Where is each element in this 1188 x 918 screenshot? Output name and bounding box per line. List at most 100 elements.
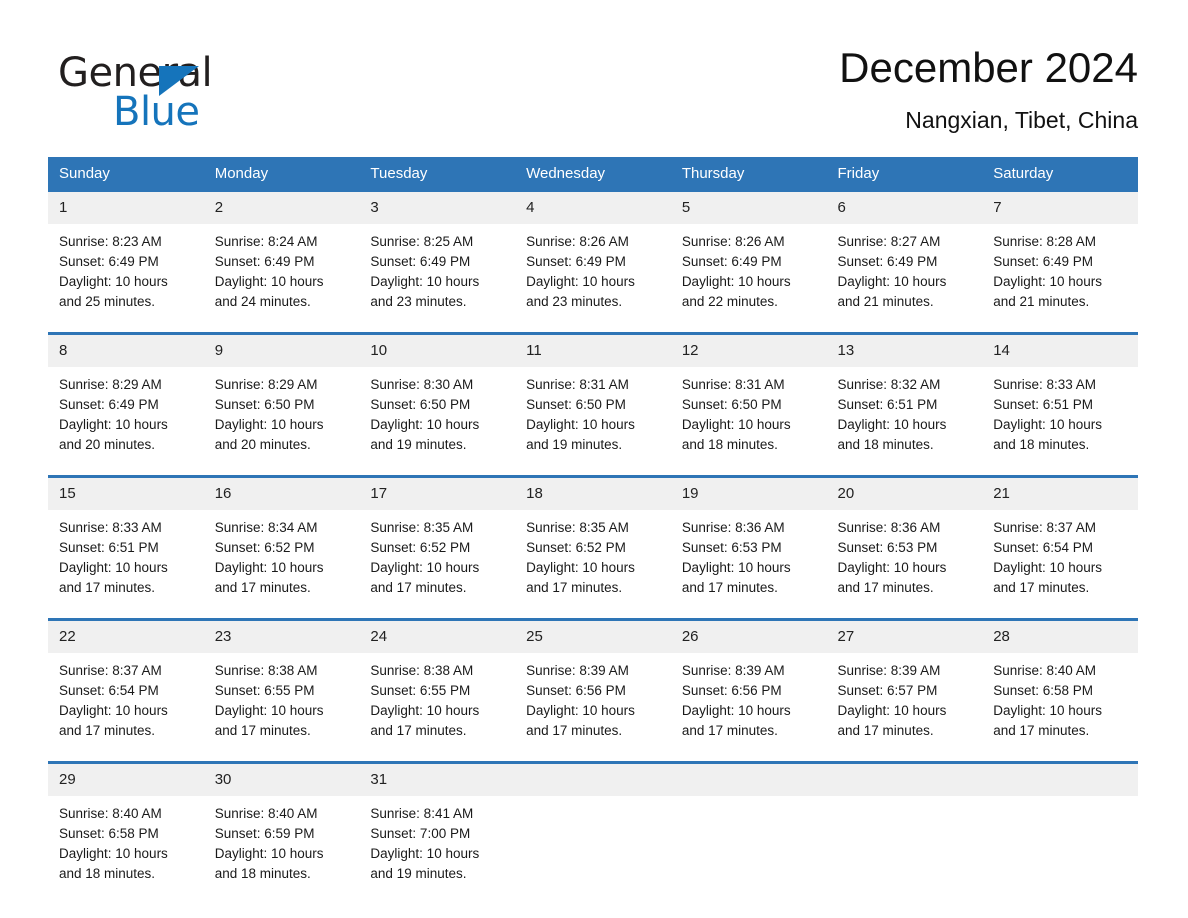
daylight-text-line1: Daylight: 10 hours [214, 274, 324, 289]
day-cell[interactable]: Sunrise: 8:30 AM Sunset: 6:50 PM Daylight:… [359, 367, 516, 477]
sunrise-text: Sunrise: 8:32 AM [837, 377, 941, 392]
sunrise-text: Sunrise: 8:27 AM [837, 234, 941, 249]
day-cell[interactable]: Sunrise: 8:36 AM Sunset: 6:53 PM Daylight:… [670, 510, 827, 620]
sunrise-text: Sunrise: 8:26 AM [526, 234, 629, 249]
day-cell[interactable]: Sunrise: 8:25 AM Sunset: 6:49 PM Daylight:… [359, 224, 516, 334]
day-number[interactable]: 18 [515, 475, 671, 510]
day-cell[interactable]: Sunrise: 8:24 AM Sunset: 6:49 PM Daylight:… [203, 224, 360, 334]
day-number[interactable]: 16 [203, 475, 360, 510]
sunrise-text: Sunrise: 8:24 AM [214, 234, 318, 249]
day-cell[interactable]: Sunrise: 8:33 AM Sunset: 6:51 PM Daylight:… [982, 367, 1138, 477]
daylight-text-line2: and 19 minutes. [370, 437, 467, 452]
day-cell[interactable]: Sunrise: 8:36 AM Sunset: 6:53 PM Daylight:… [826, 510, 983, 620]
day-cell[interactable]: Sunrise: 8:28 AM Sunset: 6:49 PM Daylight:… [982, 224, 1138, 334]
masthead: General Blue December 2024 Nangxian, Tib… [48, 42, 1138, 148]
day-cell[interactable]: Sunrise: 8:35 AM Sunset: 6:52 PM Daylight:… [359, 510, 516, 620]
sunrise-text: Sunrise: 8:40 AM [59, 806, 162, 821]
sunset-text: Sunset: 6:58 PM [993, 683, 1094, 698]
daylight-text-line1: Daylight: 10 hours [993, 274, 1103, 289]
sunset-text: Sunset: 6:52 PM [370, 540, 471, 555]
generalblue-logo[interactable]: General Blue [58, 50, 378, 142]
day-number[interactable]: 14 [982, 332, 1138, 367]
day-number[interactable]: 13 [826, 332, 983, 367]
sunset-text: Sunset: 6:49 PM [681, 254, 782, 269]
page-subtitle: Nangxian, Tibet, China [905, 107, 1138, 133]
daylight-text-line2: and 17 minutes. [837, 723, 934, 738]
day-number[interactable]: 27 [826, 618, 983, 653]
daylight-text-line2: and 17 minutes. [681, 723, 778, 738]
day-cell[interactable]: Sunrise: 8:31 AM Sunset: 6:50 PM Daylight:… [670, 367, 827, 477]
sunset-text: Sunset: 6:52 PM [214, 540, 315, 555]
day-cell[interactable]: Sunrise: 8:38 AM Sunset: 6:55 PM Daylight:… [203, 653, 360, 763]
daylight-text-line1: Daylight: 10 hours [59, 560, 168, 575]
daylight-text-line1: Daylight: 10 hours [214, 417, 324, 432]
title-block: December 2024 Nangxian, Tibet, China [839, 42, 1138, 134]
day-cell[interactable]: Sunrise: 8:39 AM Sunset: 6:56 PM Daylight:… [670, 653, 827, 763]
day-number[interactable]: 4 [515, 192, 671, 224]
day-number[interactable]: 31 [359, 761, 516, 796]
day-number[interactable]: 10 [359, 332, 516, 367]
day-cell[interactable]: Sunrise: 8:34 AM Sunset: 6:52 PM Daylight:… [203, 510, 360, 620]
daylight-text-line1: Daylight: 10 hours [993, 703, 1103, 718]
sunset-text: Sunset: 6:58 PM [59, 826, 159, 841]
sunrise-text: Sunrise: 8:26 AM [681, 234, 785, 249]
day-number[interactable]: 15 [48, 475, 204, 510]
day-cell[interactable]: Sunrise: 8:35 AM Sunset: 6:52 PM Daylight:… [515, 510, 671, 620]
day-number[interactable]: 12 [670, 332, 827, 367]
day-cell[interactable]: Sunrise: 8:29 AM Sunset: 6:49 PM Daylight:… [48, 367, 204, 477]
day-number[interactable]: 25 [515, 618, 671, 653]
day-number[interactable]: 21 [982, 475, 1138, 510]
day-number[interactable]: 1 [48, 192, 204, 224]
day-number[interactable]: 2 [203, 192, 360, 224]
day-number[interactable]: 11 [515, 332, 671, 367]
daylight-text-line1: Daylight: 10 hours [370, 274, 480, 289]
sunset-text: Sunset: 6:49 PM [214, 254, 315, 269]
weekday-header-tuesday: Tuesday [359, 157, 516, 192]
week-1-details: Sunrise: 8:23 AM Sunset: 6:49 PM Daylight:… [48, 224, 1138, 334]
day-cell[interactable]: Sunrise: 8:33 AM Sunset: 6:51 PM Daylight:… [48, 510, 204, 620]
day-number[interactable]: 29 [48, 761, 204, 796]
day-number[interactable]: 28 [982, 618, 1138, 653]
day-cell[interactable]: Sunrise: 8:40 AM Sunset: 6:59 PM Daylight:… [203, 796, 360, 904]
daylight-text-line2: and 17 minutes. [59, 723, 156, 738]
day-number[interactable]: 20 [826, 475, 983, 510]
day-cell[interactable]: Sunrise: 8:29 AM Sunset: 6:50 PM Daylight:… [203, 367, 360, 477]
day-cell[interactable]: Sunrise: 8:40 AM Sunset: 6:58 PM Daylight:… [48, 796, 204, 904]
daylight-text-line1: Daylight: 10 hours [526, 560, 635, 575]
calendar-page: General Blue December 2024 Nangxian, Tib… [0, 0, 1188, 918]
sunset-text: Sunset: 6:49 PM [993, 254, 1094, 269]
day-number[interactable]: 26 [670, 618, 827, 653]
sunrise-text: Sunrise: 8:39 AM [837, 663, 941, 678]
day-cell[interactable]: Sunrise: 8:23 AM Sunset: 6:49 PM Daylight:… [48, 224, 204, 334]
day-number[interactable]: 19 [670, 475, 827, 510]
day-number[interactable]: 23 [203, 618, 360, 653]
sunrise-text: Sunrise: 8:37 AM [59, 663, 162, 678]
day-cell[interactable]: Sunrise: 8:27 AM Sunset: 6:49 PM Daylight:… [826, 224, 983, 334]
day-number[interactable]: 3 [359, 192, 516, 224]
day-number[interactable]: 22 [48, 618, 204, 653]
day-number[interactable]: 8 [48, 332, 204, 367]
daylight-text-line2: and 24 minutes. [214, 294, 311, 309]
day-cell[interactable]: Sunrise: 8:40 AM Sunset: 6:58 PM Daylight:… [982, 653, 1138, 763]
day-number[interactable]: 7 [982, 192, 1138, 224]
day-cell[interactable]: Sunrise: 8:39 AM Sunset: 6:57 PM Daylight:… [826, 653, 983, 763]
day-cell[interactable]: Sunrise: 8:39 AM Sunset: 6:56 PM Daylight:… [515, 653, 671, 763]
day-number[interactable]: 5 [670, 192, 827, 224]
sunset-text: Sunset: 6:57 PM [837, 683, 938, 698]
day-number[interactable]: 30 [203, 761, 360, 796]
sunset-text: Sunset: 6:50 PM [526, 397, 626, 412]
day-cell[interactable]: Sunrise: 8:26 AM Sunset: 6:49 PM Daylight:… [515, 224, 671, 334]
day-cell[interactable]: Sunrise: 8:26 AM Sunset: 6:49 PM Daylight:… [670, 224, 827, 334]
day-number[interactable]: 17 [359, 475, 516, 510]
day-cell[interactable]: Sunrise: 8:38 AM Sunset: 6:55 PM Daylight:… [359, 653, 516, 763]
day-cell[interactable]: Sunrise: 8:41 AM Sunset: 7:00 PM Daylight:… [359, 796, 516, 904]
day-cell[interactable]: Sunrise: 8:37 AM Sunset: 6:54 PM Daylight:… [48, 653, 204, 763]
day-cell[interactable]: Sunrise: 8:32 AM Sunset: 6:51 PM Daylight:… [826, 367, 983, 477]
sunrise-text: Sunrise: 8:33 AM [59, 520, 162, 535]
day-cell[interactable]: Sunrise: 8:31 AM Sunset: 6:50 PM Daylight:… [515, 367, 671, 477]
day-number[interactable]: 24 [359, 618, 516, 653]
day-number[interactable]: 9 [203, 332, 360, 367]
day-number[interactable]: 6 [826, 192, 983, 224]
daylight-text-line2: and 17 minutes. [993, 723, 1090, 738]
day-cell[interactable]: Sunrise: 8:37 AM Sunset: 6:54 PM Daylight:… [982, 510, 1138, 620]
